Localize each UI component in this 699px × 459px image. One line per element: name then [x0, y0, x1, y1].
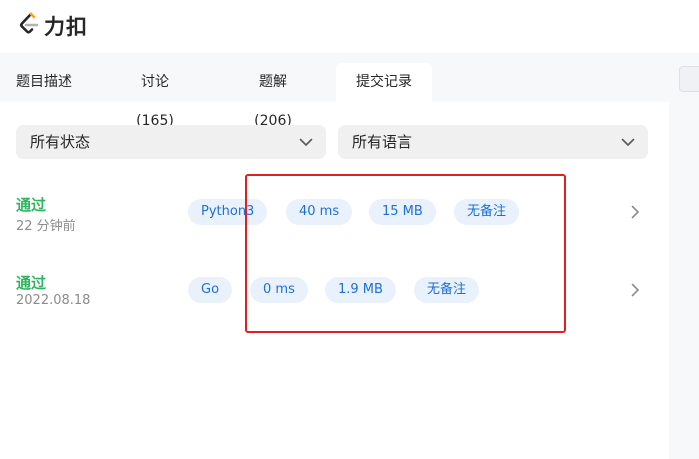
memory-badge: 1.9 MB — [325, 277, 396, 303]
runtime-badge: 40 ms — [286, 199, 353, 225]
note-badge[interactable]: 无备注 — [454, 199, 520, 225]
language-badge: Python3 — [188, 199, 268, 225]
tab-discussion[interactable]: 讨论 (165) — [121, 63, 189, 129]
right-panel — [669, 53, 699, 459]
memory-badge: 15 MB — [369, 199, 436, 225]
submission-status: 通过 — [16, 274, 47, 292]
top-bar: 力扣 — [0, 0, 699, 52]
tab-solutions[interactable]: 题解 (206) — [239, 63, 307, 129]
chevron-right-icon[interactable] — [628, 205, 642, 219]
chevron-down-icon — [621, 138, 635, 146]
language-filter-value: 所有语言 — [352, 133, 413, 151]
brand-name: 力扣 — [44, 15, 88, 39]
submission-status: 通过 — [16, 196, 47, 214]
submission-row[interactable]: 通过 2022.08.18 Go 0 ms 1.9 MB 无备注 — [0, 269, 669, 329]
chevron-right-icon[interactable] — [628, 283, 642, 297]
submission-time: 2022.08.18 — [16, 293, 91, 308]
tab-submissions[interactable]: 提交记录 — [336, 63, 432, 102]
runtime-badge: 0 ms — [250, 277, 308, 303]
status-filter-value: 所有状态 — [30, 133, 91, 151]
brand-logo[interactable]: 力扣 — [18, 12, 88, 40]
tab-bar: 题目描述 讨论 (165) 题解 (206) 提交记录 — [0, 53, 669, 129]
note-badge[interactable]: 无备注 — [414, 277, 480, 303]
submission-time: 22 分钟前 — [16, 219, 76, 234]
panel-toggle-button[interactable] — [679, 66, 699, 92]
submission-row[interactable]: 通过 22 分钟前 Python3 40 ms 15 MB 无备注 — [0, 190, 669, 250]
leetcode-logo-icon — [18, 12, 40, 40]
status-filter-select[interactable]: 所有状态 — [16, 125, 326, 159]
language-badge: Go — [188, 277, 233, 303]
tab-description[interactable]: 题目描述 — [16, 63, 72, 102]
language-filter-select[interactable]: 所有语言 — [338, 125, 648, 159]
chevron-down-icon — [299, 138, 313, 146]
